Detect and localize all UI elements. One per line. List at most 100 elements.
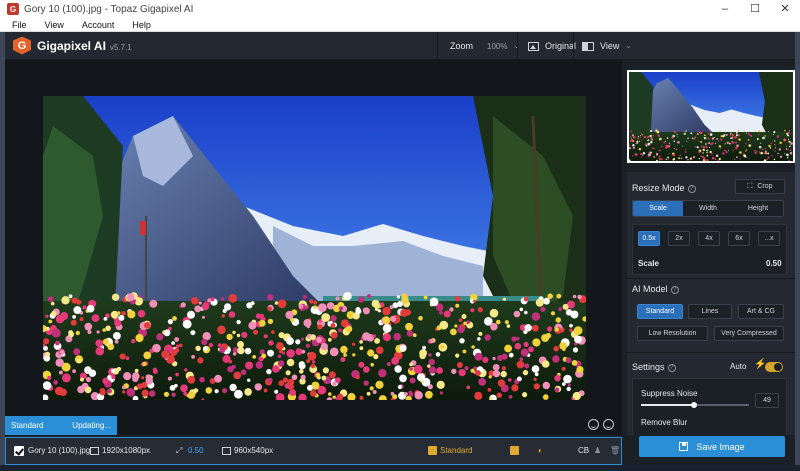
maximize-button[interactable]: ☐ — [740, 0, 770, 18]
flower-dot — [71, 297, 78, 304]
scale-preset-custom[interactable]: ...x — [758, 231, 780, 246]
flower-dot — [649, 129, 653, 133]
flower-dot — [668, 142, 671, 144]
suppress-noise-handle[interactable] — [690, 402, 697, 408]
flower-dot — [371, 299, 380, 308]
tab-height[interactable]: Height — [733, 201, 783, 216]
save-image-button[interactable]: Save Image — [639, 436, 785, 457]
flower-dot — [202, 315, 205, 319]
crop-button[interactable]: ⛶ Crop — [735, 179, 785, 194]
flower-dot — [406, 330, 414, 337]
navigator-thumbnail[interactable] — [627, 70, 795, 163]
flower-dot — [758, 151, 761, 153]
flower-dot — [305, 343, 311, 348]
flower-dot — [383, 333, 391, 342]
file-checkbox[interactable] — [14, 446, 24, 456]
flower-dot — [59, 349, 65, 355]
file-row[interactable]: Gory 10 (100).jpg 1920x1080px ⤢ 0.50 960… — [5, 437, 622, 465]
flower-dot — [201, 338, 208, 346]
flower-dot — [552, 355, 560, 363]
preview-canvas[interactable] — [5, 60, 622, 435]
tab-width[interactable]: Width — [683, 201, 733, 216]
tab-scale[interactable]: Scale — [633, 201, 683, 216]
flower-dot — [386, 362, 391, 367]
flower-dot — [330, 323, 336, 328]
flower-dot — [220, 297, 225, 301]
flower-dot — [502, 297, 506, 301]
output-size: 960x540px — [234, 446, 274, 455]
flower-dot — [461, 314, 467, 319]
suppress-noise-value[interactable]: 49 — [755, 393, 779, 408]
flower-dot — [785, 132, 788, 135]
flower-dot — [701, 146, 703, 148]
flower-dot — [449, 307, 454, 312]
flower-dot — [258, 319, 266, 327]
zoom-control[interactable]: Zoom 100% ⌄ — [437, 32, 519, 60]
flower-dot — [285, 370, 291, 376]
happy-face-icon[interactable] — [588, 419, 599, 430]
model-art-cg[interactable]: Art & CG — [738, 304, 784, 319]
flower-dot — [668, 153, 671, 155]
flower-dot — [340, 345, 348, 354]
menu-file[interactable]: File — [12, 20, 27, 30]
flower-dot — [667, 156, 670, 159]
sad-face-icon[interactable] — [603, 419, 614, 430]
flower-dot — [194, 305, 202, 313]
view-dropdown[interactable]: View ⌄ — [573, 32, 631, 60]
auto-toggle[interactable] — [765, 362, 783, 372]
scale-preset-0-5x[interactable]: 0.5x — [638, 231, 660, 246]
model-low-resolution[interactable]: Low Resolution — [637, 326, 708, 341]
scale-preset-2x[interactable]: 2x — [668, 231, 690, 246]
flower-dot — [394, 365, 402, 373]
flower-dot — [197, 357, 204, 364]
flower-dot — [180, 384, 188, 393]
flower-dot — [641, 154, 644, 156]
flower-dot — [435, 352, 441, 357]
menu-view[interactable]: View — [45, 20, 64, 30]
flower-dot — [43, 338, 50, 345]
flower-dot — [77, 385, 85, 394]
flower-dot — [730, 133, 732, 135]
flower-dot — [686, 140, 688, 142]
flower-dot — [767, 131, 769, 132]
flower-dot — [524, 363, 530, 369]
model-lines[interactable]: Lines — [688, 304, 732, 319]
model-very-compressed[interactable]: Very Compressed — [714, 326, 784, 341]
close-button[interactable]: ✕ — [770, 0, 800, 18]
scale-preset-4x[interactable]: 4x — [698, 231, 720, 246]
zoom-value[interactable]: 100% — [487, 42, 507, 51]
flower-dot — [489, 308, 499, 318]
flower-dot — [647, 155, 650, 158]
scale-preset-6x[interactable]: 6x — [728, 231, 750, 246]
flower-dot — [554, 387, 560, 393]
flower-dot — [731, 141, 735, 144]
flower-dot — [47, 296, 54, 302]
scale-value[interactable]: 0.50 — [766, 259, 782, 268]
flower-dot — [703, 136, 705, 139]
trash-icon[interactable]: 🗑 — [610, 438, 620, 464]
model-standard[interactable]: Standard — [637, 304, 683, 319]
crop-icon: ⛶ — [747, 182, 753, 190]
minimize-button[interactable]: – — [710, 0, 740, 18]
preview-image[interactable] — [43, 96, 586, 400]
flower-dot — [207, 298, 212, 303]
menu-account[interactable]: Account — [82, 20, 115, 30]
original-label: Original — [545, 41, 577, 51]
flower-dot — [122, 390, 126, 394]
flower-dot — [458, 318, 463, 323]
flower-dot — [474, 352, 483, 361]
flower-dot — [678, 157, 681, 160]
flower-dot — [417, 373, 426, 382]
flower-dot — [409, 377, 416, 384]
flower-dot — [647, 136, 649, 138]
person-icon[interactable]: ♟ — [594, 438, 601, 464]
flower-dot — [547, 293, 553, 299]
flower-dot — [698, 132, 701, 134]
original-toggle[interactable]: Original — [517, 32, 576, 60]
menu-help[interactable]: Help — [132, 20, 151, 30]
flower-dot — [463, 321, 467, 326]
flower-dot — [501, 366, 507, 371]
flower-dot — [774, 150, 776, 152]
flower-dot — [161, 350, 170, 359]
flower-dot — [790, 142, 793, 145]
